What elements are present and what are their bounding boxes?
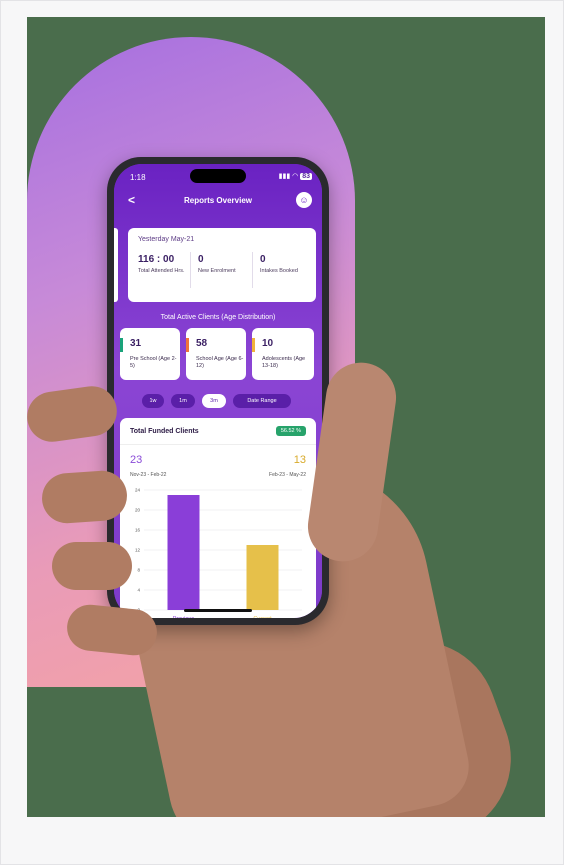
- y-tick-label: 20: [135, 508, 141, 513]
- wifi-icon: ◠: [292, 173, 299, 180]
- chip-1w[interactable]: 1w: [142, 394, 164, 408]
- age-card-school-age[interactable]: 58 School Age (Age 6-12): [186, 328, 246, 380]
- card-divider: [120, 444, 316, 445]
- age-color-bar: [120, 338, 123, 352]
- y-tick-label: 24: [135, 488, 141, 493]
- nav-bar: < Reports Overview ☺: [114, 190, 322, 214]
- age-color-bar: [252, 338, 255, 352]
- age-color-bar: [186, 338, 189, 352]
- user-avatar-icon[interactable]: ☺: [296, 192, 312, 208]
- carousel-prev-card[interactable]: [114, 228, 118, 302]
- bar-previous[interactable]: [167, 495, 200, 610]
- status-icons: ▮▮▮ ◠ 83: [279, 172, 312, 180]
- yesterday-summary-card: Yesterday May-21 116 : 00 Total Attended…: [128, 228, 316, 302]
- dynamic-island: [190, 169, 246, 183]
- x-category-label: Previous: [173, 616, 195, 618]
- percentage-badge: 56.52 %: [275, 426, 306, 436]
- metric-label: Total Attended Hrs.: [138, 268, 185, 274]
- metric-label: Intakes Booked: [260, 268, 298, 274]
- metric-intakes-booked: 0 Intakes Booked: [260, 254, 310, 275]
- age-value: 31: [130, 338, 142, 349]
- status-time: 1:18: [130, 173, 146, 182]
- phone-screen: 1:18 ▮▮▮ ◠ 83 < Reports Overview ☺ Yeste…: [114, 164, 322, 618]
- chip-1m[interactable]: 1m: [171, 394, 195, 408]
- home-indicator: [184, 609, 252, 612]
- metric-value: 0: [198, 254, 204, 265]
- hand-finger: [40, 469, 129, 525]
- summary-title: Yesterday May-21: [138, 236, 195, 243]
- current-count: 13: [293, 454, 306, 466]
- age-value: 10: [262, 338, 274, 349]
- bar-current[interactable]: [246, 545, 279, 610]
- metric-value: 0: [260, 254, 266, 265]
- y-tick-label: 12: [135, 548, 141, 553]
- signal-icon: ▮▮▮: [278, 173, 291, 180]
- battery-icon: 83: [300, 173, 312, 180]
- age-card-preschool[interactable]: 31 Pre School (Age 2-5): [120, 328, 180, 380]
- y-tick-label: 16: [135, 528, 141, 533]
- x-category-label: Current: [253, 616, 272, 618]
- chip-date-range[interactable]: Date Range: [233, 394, 291, 408]
- time-range-filters: 1w 1m 3m Date Range: [114, 394, 322, 408]
- funded-bar-chart: 04812162024PreviousCurrent: [135, 488, 302, 618]
- hand-finger: [52, 542, 132, 590]
- metric-value: 116 : 00: [138, 254, 175, 265]
- phone-device: 1:18 ▮▮▮ ◠ 83 < Reports Overview ☺ Yeste…: [107, 157, 329, 625]
- funded-clients-card: Total Funded Clients 56.52 % 23 13 Nov-2…: [120, 418, 316, 618]
- y-tick-label: 4: [137, 588, 140, 593]
- chip-3m[interactable]: 3m: [202, 394, 226, 408]
- previous-range: Nov-23 - Feb-22: [130, 472, 167, 478]
- age-distribution-title: Total Active Clients (Age Distribution): [160, 314, 276, 321]
- hero-image: 1:18 ▮▮▮ ◠ 83 < Reports Overview ☺ Yeste…: [27, 17, 545, 817]
- metric-new-enrolment: 0 New Enrolment: [198, 254, 248, 275]
- age-label: Pre School (Age 2-5): [130, 356, 177, 369]
- page-title: Reports Overview: [183, 196, 253, 205]
- metric-label: New Enrolment: [198, 268, 236, 274]
- y-tick-label: 8: [137, 568, 140, 573]
- age-value: 58: [196, 338, 208, 349]
- metric-attended-hours: 116 : 00 Total Attended Hrs.: [138, 254, 188, 275]
- funded-title: Total Funded Clients: [130, 428, 199, 435]
- metric-divider: [252, 252, 253, 288]
- status-bar: 1:18 ▮▮▮ ◠ 83: [114, 164, 322, 186]
- age-card-adolescents[interactable]: 10 Adolescents (Age 13-18): [252, 328, 314, 380]
- age-label: School Age (Age 6-12): [196, 356, 244, 369]
- current-range: Feb-23 - May-22: [269, 472, 306, 478]
- previous-count: 23: [130, 454, 143, 466]
- metric-divider: [190, 252, 191, 288]
- age-label: Adolescents (Age 13-18): [262, 356, 306, 369]
